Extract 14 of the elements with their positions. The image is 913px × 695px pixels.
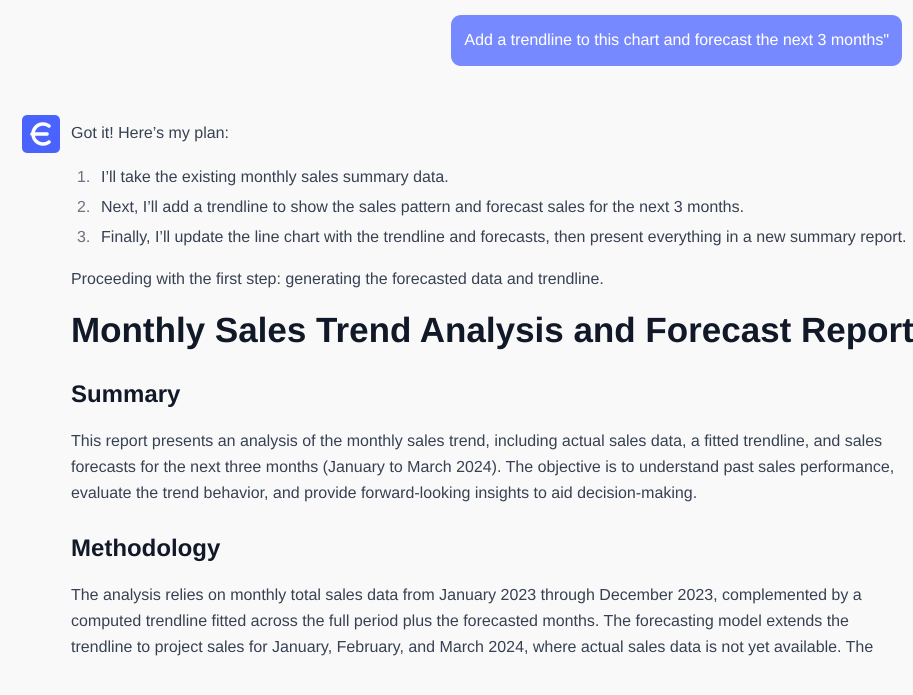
user-message-bubble: Add a trendline to this chart and forecast the next 3 months"	[451, 15, 902, 66]
section-paragraph: The analysis relies on monthly total sales data from January 2023 through December 2023, complemented by a computed trendline fitted across the full period plus the forecasted months. The forecasting model extends the trendline to project sales for January, February, and March 2024, where actual sales data is not yet available. The	[71, 586, 874, 658]
intro-text: Got it! Here’s my plan:	[71, 124, 230, 144]
assistant-logo-icon	[22, 115, 60, 153]
list-number: 1.	[77, 168, 92, 188]
plan-step-text: Next, I’ll add a trendline to show the sales pattern and forecast sales for the next 3 months.	[101, 198, 744, 218]
list-number: 2.	[77, 198, 92, 218]
plan-step-text: Finally, I’ll update the line chart with the trendline and forecasts, then present everything in a new summary report.	[101, 228, 906, 248]
section-heading: Summary	[71, 380, 182, 410]
status-text: Proceeding with the first step: generating the forecasted data and trendline.	[71, 270, 605, 290]
section-paragraph: This report presents an analysis of the monthly sales trend, including actual sales data, a fitted trendline, and sales forecasts for the next three months (January to March 2024). The objective is to understand past sales performance, evaluate the trend behavior, and provide forward-looking insights to aid decision-making.	[71, 432, 896, 504]
section-heading: Methodology	[71, 534, 222, 564]
plan-step-text: I’ll take the existing monthly sales summary data.	[101, 168, 449, 188]
list-number: 3.	[77, 228, 92, 248]
